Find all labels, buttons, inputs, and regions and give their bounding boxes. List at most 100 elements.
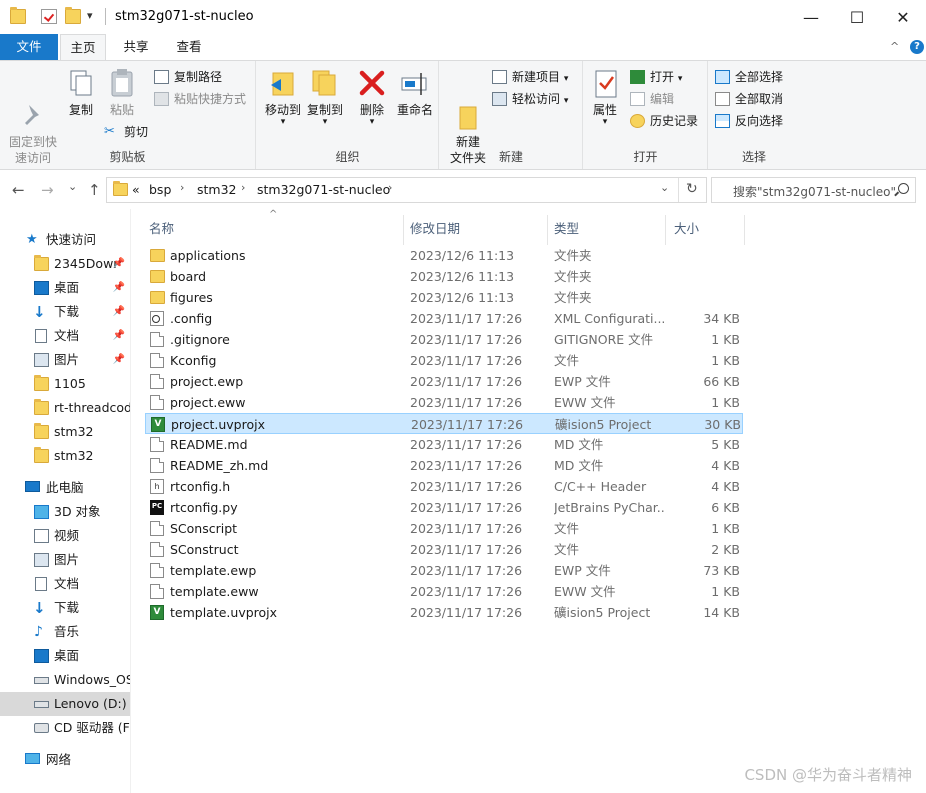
sidebar-item-network[interactable]: 网络 (0, 748, 130, 772)
file-date: 2023/11/17 17:26 (410, 395, 523, 410)
back-button[interactable]: ← (12, 181, 25, 199)
new-item-button[interactable]: 新建项目 ▾ (492, 67, 568, 87)
invert-selection-button[interactable]: 反向选择 (715, 111, 783, 131)
new-folder-icon[interactable] (65, 7, 81, 24)
sidebar-item-rt-threadcode[interactable]: rt-threadcod (0, 396, 130, 420)
file-row[interactable]: README.md 2023/11/17 17:26 MD 文件 5 KB (145, 434, 743, 455)
tab-view[interactable]: 查看 (165, 34, 213, 60)
column-header-type[interactable]: 类型 (549, 215, 666, 245)
file-row[interactable]: .gitignore 2023/11/17 17:26 GITIGNORE 文件 1 … (145, 329, 743, 350)
sidebar-item-documents[interactable]: 文档 (0, 572, 130, 596)
file-row[interactable]: applications 2023/12/6 11:13 文件夹 (145, 245, 743, 266)
file-row[interactable]: template.eww 2023/11/17 17:26 EWW 文件 1 KB (145, 581, 743, 602)
delete-button[interactable]: 删除 ▾ (355, 67, 389, 127)
file-row[interactable]: board 2023/12/6 11:13 文件夹 (145, 266, 743, 287)
minimize-button[interactable]: — (788, 0, 834, 34)
tab-share[interactable]: 共享 (112, 34, 160, 60)
properties-button[interactable]: 属性 ▾ (590, 67, 620, 127)
paste-button[interactable]: 粘贴 (103, 67, 141, 118)
folder-icon (10, 7, 26, 24)
sidebar-item-downloads[interactable]: ↓ 下载 📌 (0, 300, 130, 324)
sidebar-item-quick-access[interactable]: ★ 快速访问 (0, 228, 130, 252)
paste-shortcut-button[interactable]: 粘贴快捷方式 (154, 89, 246, 109)
search-icon[interactable] (898, 183, 909, 194)
file-row[interactable]: SConstruct 2023/11/17 17:26 文件 2 KB (145, 539, 743, 560)
sidebar-item-pictures[interactable]: 图片 📌 (0, 348, 130, 372)
sidebar-item-desktop[interactable]: 桌面 (0, 644, 130, 668)
sidebar-item-stm32[interactable]: stm32 (0, 420, 130, 444)
sidebar-item-1105[interactable]: 1105 (0, 372, 130, 396)
move-to-button[interactable]: 移动到 ▾ (261, 67, 305, 127)
drive-icon (34, 677, 49, 684)
search-input[interactable]: 搜索"stm32g071-st-nucleo" (711, 177, 916, 203)
collapse-ribbon-chevron-icon[interactable]: ^ (890, 40, 899, 53)
sidebar-item-this-pc[interactable]: 此电脑 (0, 476, 130, 500)
rename-button[interactable]: 重命名 (393, 67, 437, 118)
breadcrumb-bsp[interactable]: bsp (149, 182, 171, 197)
sidebar-item-music[interactable]: ♪ 音乐 (0, 620, 130, 644)
quick-access-toolbar-dropdown[interactable]: ▾ (87, 9, 93, 22)
desktop-icon (34, 649, 49, 663)
column-header-name[interactable]: 名称 (131, 215, 404, 245)
file-row[interactable]: .config 2023/11/17 17:26 XML Configurati..… (145, 308, 743, 329)
file-row[interactable]: template.ewp 2023/11/17 17:26 EWP 文件 73 KB (145, 560, 743, 581)
sidebar-item-videos[interactable]: 视频 (0, 524, 130, 548)
breadcrumb-separator[interactable]: › (388, 181, 392, 194)
forward-button[interactable]: → (41, 181, 54, 199)
file-row[interactable]: Kconfig 2023/11/17 17:26 文件 1 KB (145, 350, 743, 371)
recent-locations-button[interactable]: ⌄ (68, 180, 77, 193)
help-icon[interactable]: ? (910, 40, 924, 54)
file-row[interactable]: project.eww 2023/11/17 17:26 EWW 文件 1 KB (145, 392, 743, 413)
file-row[interactable]: Vproject.uvprojx 2023/11/17 17:26 礦ision5 … (145, 413, 743, 434)
easy-access-button[interactable]: 轻松访问 ▾ (492, 89, 568, 109)
column-header-date[interactable]: 修改日期 (405, 215, 548, 245)
sidebar-item-documents[interactable]: 文档 📌 (0, 324, 130, 348)
breadcrumb-separator[interactable]: › (241, 181, 245, 194)
sidebar-item-cd-drive[interactable]: CD 驱动器 (F: (0, 716, 130, 740)
close-button[interactable]: ✕ (880, 0, 926, 34)
cut-button[interactable]: ✂ 剪切 (104, 122, 148, 142)
sidebar-item-windows-os[interactable]: Windows_OS (0, 668, 130, 692)
select-none-button[interactable]: 全部取消 (715, 89, 783, 109)
sidebar-item-stm32[interactable]: stm32 (0, 444, 130, 468)
sidebar-item-2345downloads[interactable]: 2345Dowr 📌 (0, 252, 130, 276)
file-date: 2023/11/17 17:26 (410, 605, 523, 620)
maximize-button[interactable]: ☐ (834, 0, 880, 34)
refresh-button[interactable]: ↻ (686, 181, 698, 197)
file-row[interactable]: README_zh.md 2023/11/17 17:26 MD 文件 4 KB (145, 455, 743, 476)
tab-home[interactable]: 主页 (60, 34, 106, 61)
history-button[interactable]: 历史记录 (630, 111, 698, 131)
edit-button[interactable]: 编辑 (630, 89, 674, 109)
sidebar-item-label: 3D 对象 (54, 504, 101, 519)
pin-icon: 📌 (112, 282, 125, 293)
file-row[interactable]: SConscript 2023/11/17 17:26 文件 1 KB (145, 518, 743, 539)
open-button[interactable]: 打开 ▾ (630, 67, 682, 87)
address-dropdown-button[interactable]: ⌄ (660, 181, 669, 194)
breadcrumb-overflow[interactable]: « (132, 182, 140, 197)
copy-button[interactable]: 复制 (62, 67, 100, 118)
file-row[interactable]: PC rtconfig.py 2023/11/17 17:26 JetBrains P… (145, 497, 743, 518)
file-row[interactable]: h rtconfig.h 2023/11/17 17:26 C/C++ Header 4… (145, 476, 743, 497)
file-type: GITIGNORE 文件 (554, 332, 654, 347)
file-row[interactable]: Vtemplate.uvprojx 2023/11/17 17:26 礦ision5… (145, 602, 743, 623)
sidebar-item-pictures[interactable]: 图片 (0, 548, 130, 572)
tab-file[interactable]: 文件 (0, 34, 58, 60)
file-row[interactable]: figures 2023/12/6 11:13 文件夹 (145, 287, 743, 308)
properties-check-icon[interactable] (41, 9, 57, 24)
breadcrumb-separator[interactable]: › (180, 181, 184, 194)
copy-to-button[interactable]: 复制到 ▾ (305, 67, 345, 127)
copy-path-button[interactable]: 复制路径 (154, 67, 222, 87)
file-icon (150, 563, 164, 578)
up-button[interactable]: ↑ (88, 181, 101, 199)
sidebar-item-desktop[interactable]: 桌面 📌 (0, 276, 130, 300)
breadcrumb-stm32[interactable]: stm32 (197, 182, 237, 197)
copy-icon (65, 67, 97, 99)
select-all-button[interactable]: 全部选择 (715, 67, 783, 87)
sidebar-item-downloads[interactable]: ↓ 下载 (0, 596, 130, 620)
column-header-size[interactable]: 大小 (667, 215, 745, 245)
file-row[interactable]: project.ewp 2023/11/17 17:26 EWP 文件 66 KB (145, 371, 743, 392)
breadcrumb-current[interactable]: stm32g071-st-nucleo (257, 182, 390, 197)
address-bar[interactable]: « bsp › stm32 › stm32g071-st-nucleo › ⌄ … (106, 177, 707, 203)
sidebar-item-lenovo-d[interactable]: Lenovo (D:) (0, 692, 130, 716)
sidebar-item-3d-objects[interactable]: 3D 对象 (0, 500, 130, 524)
